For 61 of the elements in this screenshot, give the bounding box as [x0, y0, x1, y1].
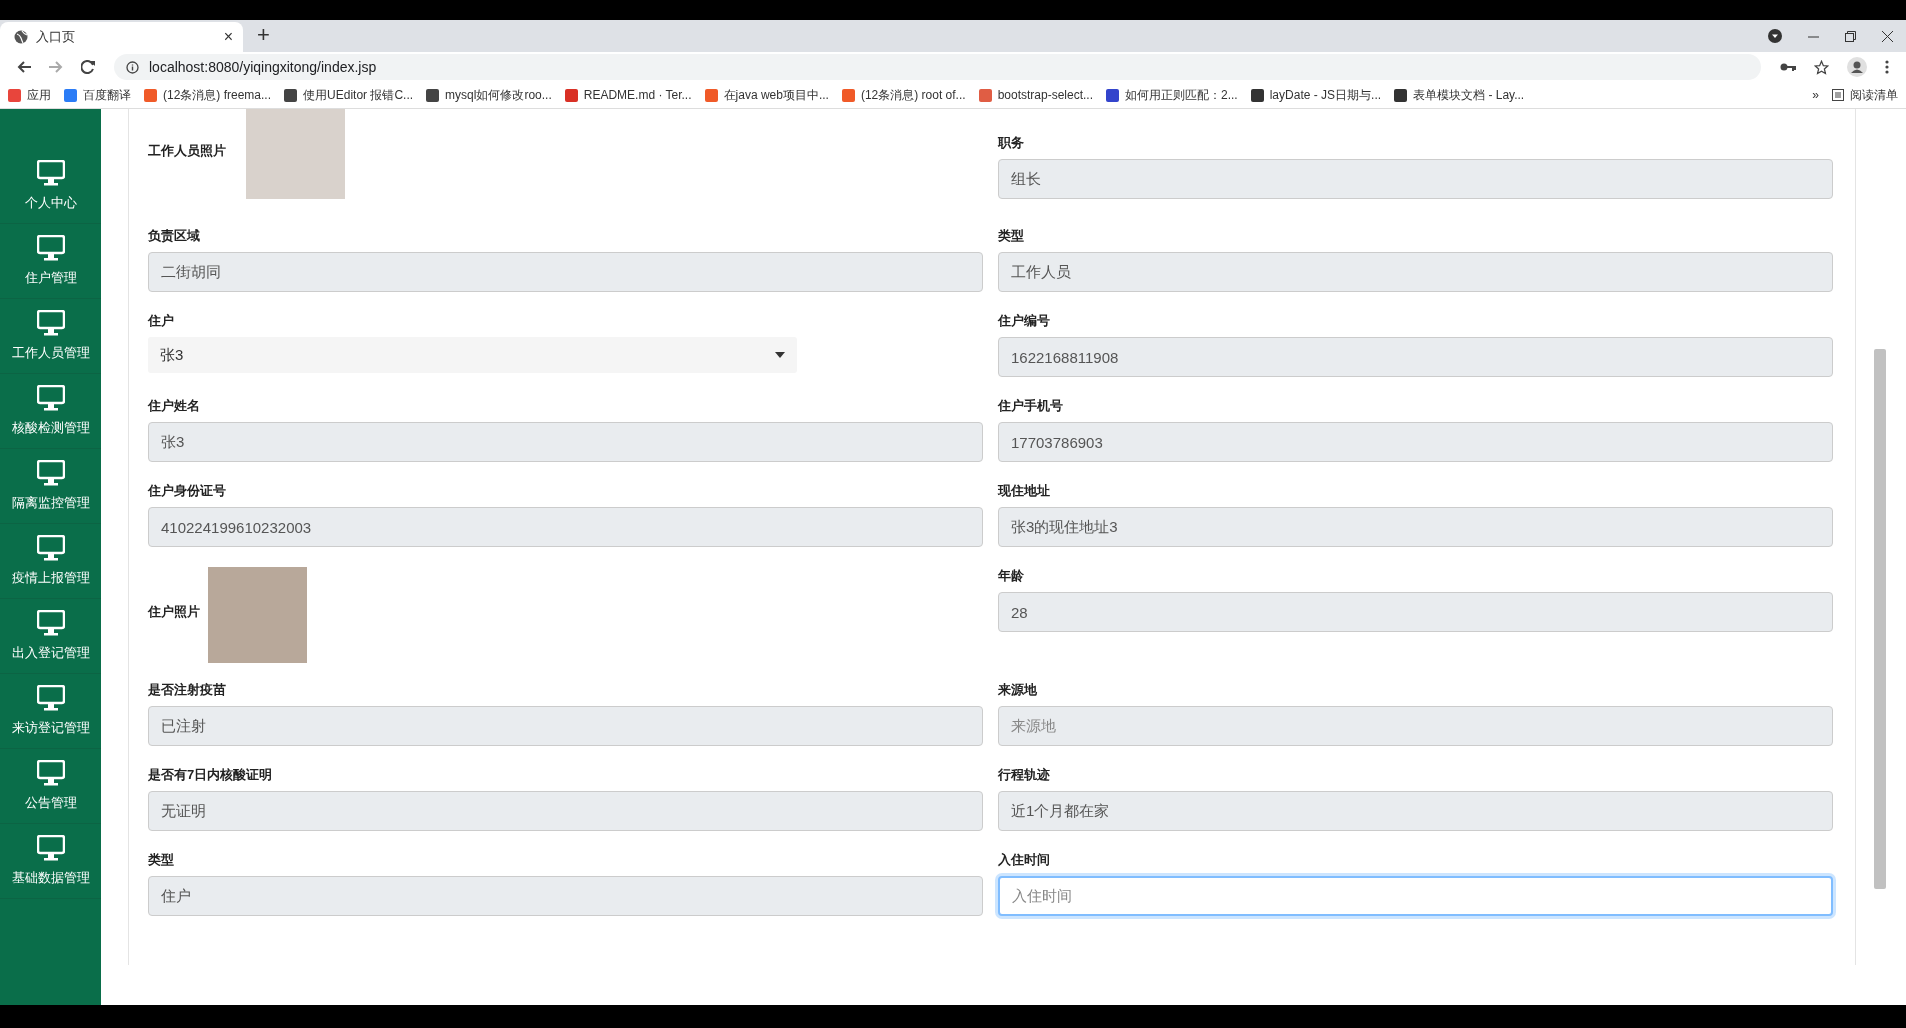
field-label: 入住时间 — [998, 851, 1051, 868]
field-label: 类型 — [998, 227, 1025, 244]
bookmark-link[interactable]: README.md · Ter... — [564, 88, 692, 102]
field-label: 住户身份证号 — [148, 482, 227, 499]
profile-icon[interactable] — [1847, 57, 1867, 77]
field-label: 年龄 — [998, 567, 1025, 584]
field-label: 行程轨迹 — [998, 766, 1051, 783]
monitor-icon — [36, 235, 65, 261]
monitor-icon — [36, 760, 65, 786]
more-bookmarks-button[interactable]: » — [1812, 88, 1819, 102]
bookmark-link[interactable]: 百度翻译 — [64, 86, 131, 104]
field-label: 住户 — [148, 312, 175, 329]
bookmark-link[interactable]: layDate - JS日期与... — [1250, 86, 1382, 104]
info-icon — [126, 60, 139, 74]
field-label: 来源地 — [998, 681, 1038, 698]
key-icon[interactable] — [1780, 62, 1796, 72]
bookmark-link[interactable]: mysql如何修改roo... — [426, 86, 552, 104]
bookmark-link[interactable]: (12条消息) freema... — [144, 86, 272, 104]
bookmark-link[interactable]: 应用 — [8, 86, 51, 104]
bookmark-link[interactable]: 在java web项目中... — [704, 86, 829, 104]
dropdown-icon[interactable] — [1768, 29, 1782, 43]
field-label: 负责区域 — [148, 227, 201, 244]
monitor-icon — [36, 835, 65, 861]
field-label: 是否注射疫苗 — [148, 681, 227, 698]
restore-icon[interactable] — [1845, 30, 1856, 42]
field-label: 现住地址 — [998, 482, 1051, 499]
close-tab-button[interactable]: × — [223, 28, 233, 46]
field-label: 住户姓名 — [148, 397, 201, 414]
bookmark-link[interactable]: (12条消息) root of... — [841, 86, 966, 104]
bookmark-link[interactable]: 如何用正则匹配：2... — [1106, 86, 1238, 104]
monitor-icon — [36, 535, 65, 561]
reload-icon[interactable] — [81, 60, 95, 74]
bookmark-link[interactable]: 表单模块文档 - Lay... — [1394, 86, 1525, 104]
close-icon[interactable] — [1882, 30, 1893, 42]
browser-tab[interactable]: 入口页 × — [0, 22, 243, 52]
monitor-icon — [36, 685, 65, 711]
globe-icon — [14, 30, 28, 44]
address-bar[interactable]: localhost:8080/yiqingxitong/index.jsp — [114, 54, 1761, 80]
bookmark-link[interactable]: bootstrap-select... — [978, 88, 1093, 102]
field-label: 住户照片 — [148, 602, 200, 620]
back-icon[interactable] — [17, 60, 31, 74]
field-label: 职务 — [998, 134, 1025, 151]
field-label: 住户编号 — [998, 312, 1051, 329]
field-label: 工作人员照片 — [148, 141, 226, 159]
monitor-icon — [36, 460, 65, 486]
monitor-icon — [36, 385, 65, 411]
monitor-icon — [36, 160, 65, 186]
caret-icon — [775, 352, 785, 358]
field-label: 住户手机号 — [998, 397, 1064, 414]
menu-icon[interactable] — [1885, 60, 1889, 74]
monitor-icon — [36, 310, 65, 336]
bookmark-link[interactable]: 使用UEditor 报错C... — [284, 86, 414, 104]
monitor-icon — [36, 610, 65, 636]
reading-list-link[interactable]: 阅读清单 — [1832, 86, 1898, 104]
star-icon[interactable] — [1814, 59, 1829, 75]
field-label: 类型 — [148, 851, 175, 868]
list-icon — [1832, 89, 1844, 101]
new-tab-button[interactable]: + — [257, 22, 270, 48]
field-label: 是否有7日内核酸证明 — [148, 766, 274, 783]
input-field[interactable]: 入住时间 — [998, 876, 1833, 916]
select-field[interactable]: 张3 — [148, 337, 797, 373]
